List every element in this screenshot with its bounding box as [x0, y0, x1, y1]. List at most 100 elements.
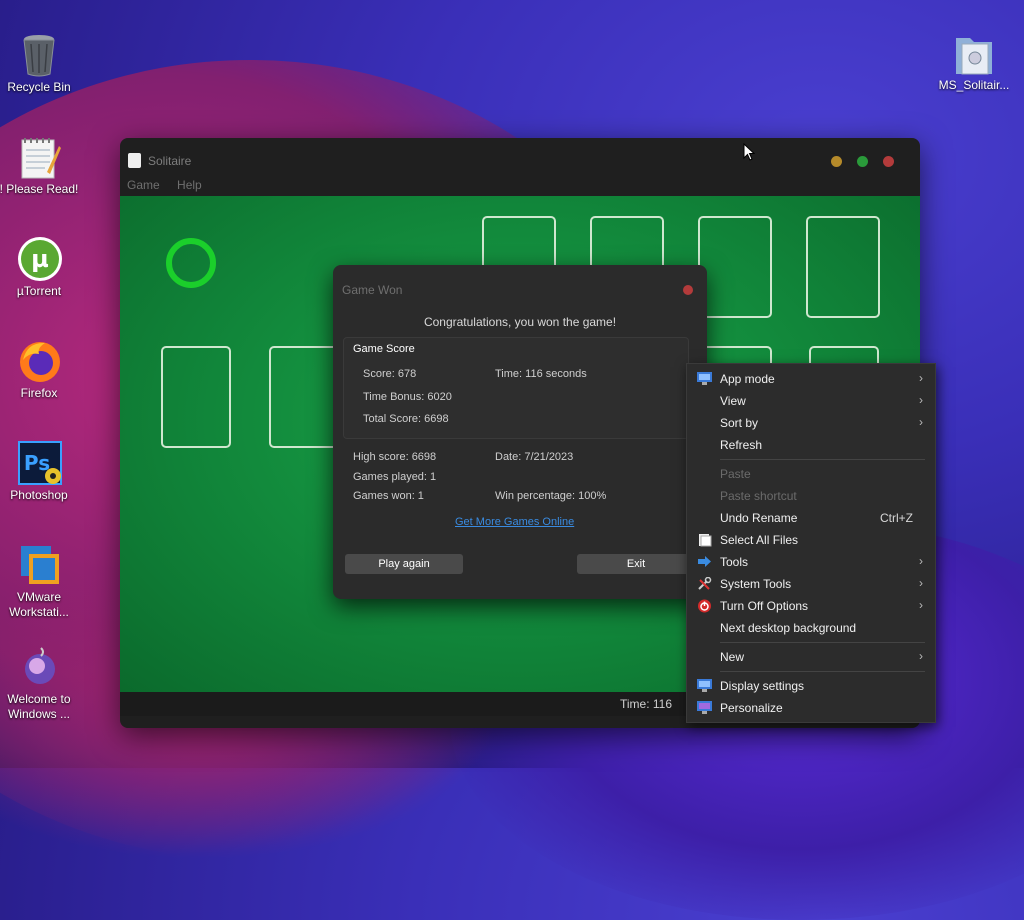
desktop-icon-firefox[interactable]: Firefox	[0, 338, 81, 401]
solitaire-app-icon	[128, 153, 141, 168]
win-percentage-value: Win percentage: 100%	[495, 490, 607, 502]
menu-item-shortcut: Ctrl+Z	[880, 511, 913, 525]
svg-text:µ: µ	[31, 245, 49, 273]
title-bar[interactable]: Solitaire Game Help	[120, 138, 920, 192]
tableau-slot-2[interactable]	[269, 346, 339, 448]
chevron-right-icon: ›	[919, 554, 923, 568]
menu-item-select-all-files[interactable]: Select All Files	[687, 529, 935, 551]
menu-item-new[interactable]: New ›	[687, 646, 935, 668]
menu-item-label: Turn Off Options	[720, 599, 809, 613]
menu-item-label: Select All Files	[720, 533, 799, 547]
minimize-button[interactable]	[831, 156, 842, 167]
window-title: Solitaire	[148, 154, 192, 168]
menu-item-paste: Paste	[687, 463, 935, 485]
desktop-icon-label: MS_Solitair...	[938, 78, 1010, 92]
time-value: Time: 116 seconds	[495, 368, 587, 380]
desktop-context-menu: App mode › View › Sort by › Refresh Past…	[686, 363, 936, 723]
menu-item-label: Personalize	[720, 701, 783, 715]
foundation-slot-4[interactable]	[806, 216, 880, 318]
personalize-icon	[697, 701, 712, 714]
menu-item-label: Undo Rename	[720, 511, 798, 525]
welcome-icon	[17, 644, 61, 688]
menu-item-app-mode[interactable]: App mode ›	[687, 368, 935, 390]
menu-separator	[720, 671, 925, 672]
game-won-dialog: Game Won Congratulations, you won the ga…	[333, 265, 707, 599]
firefox-icon	[17, 338, 61, 382]
menu-item-label: Paste shortcut	[720, 489, 797, 503]
select-all-icon	[697, 533, 712, 547]
game-score-panel: Game Score Score: 678 Time: 116 seconds …	[343, 337, 689, 439]
menu-separator	[720, 459, 925, 460]
desktop-icon-label: VMware Workstati...	[9, 590, 69, 619]
dialog-close-button[interactable]	[683, 285, 693, 295]
desktop-icon-label: Photoshop	[10, 488, 68, 502]
desktop-icon-welcome[interactable]: Welcome to Windows ...	[0, 644, 81, 722]
desktop-icon-label: Recycle Bin	[7, 80, 71, 94]
menu-item-system-tools[interactable]: System Tools ›	[687, 573, 935, 595]
desktop-icon-please-read[interactable]: ! Please Read!	[0, 134, 81, 197]
menu-item-paste-shortcut: Paste shortcut	[687, 485, 935, 507]
chevron-right-icon: ›	[919, 415, 923, 429]
menu-item-undo-rename[interactable]: Undo Rename Ctrl+Z	[687, 507, 935, 529]
desktop-icon-recycle-bin[interactable]: Recycle Bin	[0, 32, 81, 95]
games-won-value: Games won: 1	[353, 490, 424, 502]
menu-help[interactable]: Help	[177, 178, 202, 192]
chevron-right-icon: ›	[919, 393, 923, 407]
exit-button[interactable]: Exit	[577, 554, 695, 574]
utorrent-icon: µ	[17, 236, 62, 281]
high-score-value: High score: 6698	[353, 451, 437, 463]
chevron-right-icon: ›	[919, 576, 923, 590]
desktop-icon-label: Firefox	[20, 386, 58, 400]
close-button[interactable]	[883, 156, 894, 167]
desktop-icon-vmware[interactable]: VMware Workstati...	[0, 542, 81, 620]
power-icon	[697, 599, 712, 613]
menu-item-label: Refresh	[720, 438, 763, 452]
folder-icon	[952, 30, 996, 75]
menu-item-refresh[interactable]: Refresh	[687, 434, 935, 456]
menu-game[interactable]: Game	[127, 178, 160, 192]
menu-item-personalize[interactable]: Personalize	[687, 697, 935, 719]
menu-item-tools[interactable]: Tools ›	[687, 551, 935, 573]
menu-item-display-settings[interactable]: Display settings	[687, 675, 935, 697]
desktop-icon-utorrent[interactable]: µ µTorrent	[0, 236, 81, 299]
tableau-slot-1[interactable]	[161, 346, 231, 448]
maximize-button[interactable]	[857, 156, 868, 167]
menu-item-label: View	[720, 394, 746, 408]
desktop-icon-photoshop[interactable]: Ps Photoshop	[0, 440, 81, 503]
menu-item-label: System Tools	[720, 577, 792, 591]
foundation-slot-3[interactable]	[698, 216, 772, 318]
mouse-cursor-icon	[743, 143, 755, 161]
chevron-right-icon: ›	[919, 598, 923, 612]
vmware-icon	[17, 542, 61, 586]
chevron-right-icon: ›	[919, 649, 923, 663]
menu-item-label: Next desktop background	[720, 621, 857, 635]
photoshop-icon: Ps	[17, 440, 62, 485]
menu-item-label: Sort by	[720, 416, 759, 430]
tools-arrow-icon	[697, 555, 712, 568]
menu-item-label: New	[720, 650, 745, 664]
total-score-value: Total Score: 6698	[363, 413, 449, 425]
desktop-icon-label: Welcome to Windows ...	[7, 692, 71, 721]
system-tools-icon	[697, 576, 712, 590]
stock-pile-ring[interactable]	[166, 238, 216, 288]
play-again-button[interactable]: Play again	[345, 554, 463, 574]
games-played-value: Games played: 1	[353, 471, 437, 483]
svg-text:Ps: Ps	[24, 451, 50, 475]
notepad-icon	[17, 134, 61, 179]
desktop-icon-ms-solitaire[interactable]: MS_Solitair...	[932, 30, 1016, 93]
menu-item-next-desktop-background[interactable]: Next desktop background	[687, 617, 935, 639]
game-score-heading: Game Score	[353, 343, 415, 355]
desktop-icon-label: ! Please Read!	[0, 182, 79, 196]
desktop-icon-label: µTorrent	[16, 284, 62, 298]
display-icon	[697, 679, 712, 692]
menu-item-label: Tools	[720, 555, 749, 569]
menu-item-turn-off-options[interactable]: Turn Off Options ›	[687, 595, 935, 617]
menu-item-view[interactable]: View ›	[687, 390, 935, 412]
get-more-games-link[interactable]: Get More Games Online	[455, 516, 574, 528]
menu-separator	[720, 642, 925, 643]
dialog-title: Game Won	[342, 283, 403, 297]
chevron-right-icon: ›	[919, 371, 923, 385]
menu-item-label: App mode	[720, 372, 775, 386]
menu-item-label: Display settings	[720, 679, 805, 693]
menu-item-sort-by[interactable]: Sort by ›	[687, 412, 935, 434]
